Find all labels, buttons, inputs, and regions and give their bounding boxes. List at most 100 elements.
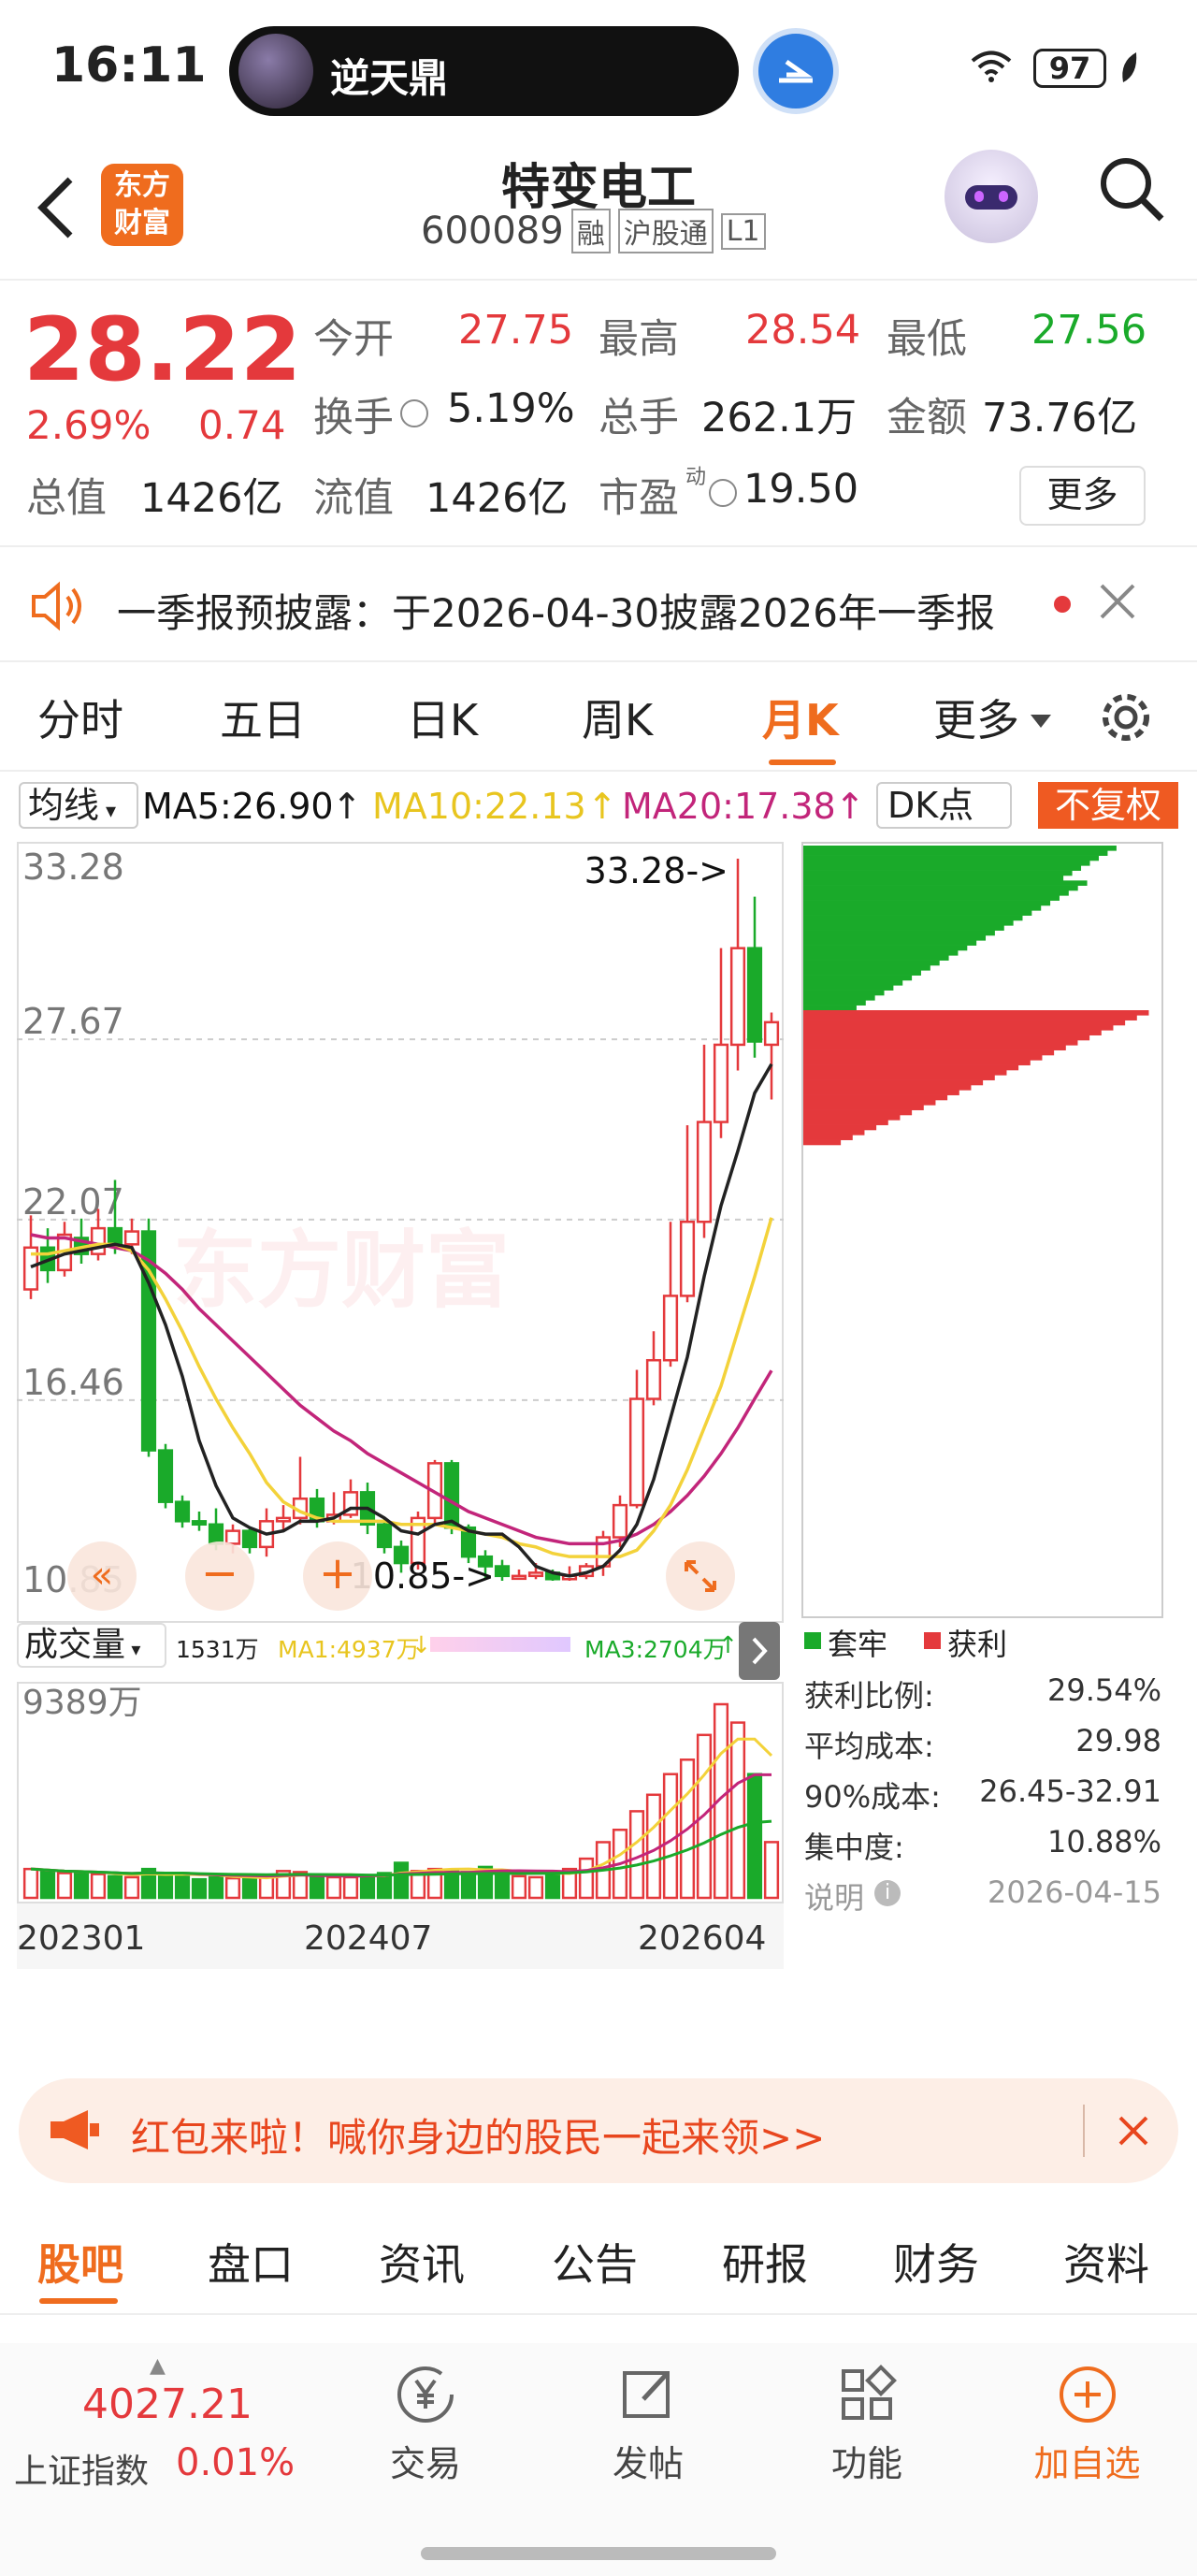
candle-body bbox=[275, 1516, 292, 1523]
tab-announcements[interactable]: 公告 bbox=[552, 2231, 638, 2293]
ma-selector[interactable]: 均线 ▾ bbox=[19, 782, 138, 829]
cost-bar-profit bbox=[803, 1090, 959, 1095]
volume-chart[interactable]: 9389万 bbox=[17, 1682, 784, 1903]
volume-bar bbox=[208, 1875, 224, 1900]
candle-body bbox=[157, 1449, 174, 1503]
y-tick-label: 16.46 bbox=[22, 1362, 124, 1403]
volume-bar bbox=[359, 1874, 376, 1900]
tab-intraday[interactable]: 分时 bbox=[37, 687, 123, 748]
vol-ma1-arrow-icon: ↓ bbox=[411, 1631, 431, 1658]
tab-news[interactable]: 资讯 bbox=[379, 2231, 465, 2293]
bottom-tab-indicator bbox=[39, 2298, 118, 2304]
change-amount: 0.74 bbox=[198, 402, 286, 448]
cost-bar-profit bbox=[803, 1040, 1078, 1046]
tag-connect: 沪股通 bbox=[617, 209, 714, 253]
more-button[interactable]: 更多 bbox=[1019, 466, 1146, 526]
cost-bar-trap bbox=[803, 955, 949, 961]
candle-body bbox=[443, 1462, 460, 1529]
candle-body bbox=[90, 1226, 107, 1255]
cost-bar-trap bbox=[803, 985, 894, 991]
airplane-icon[interactable] bbox=[753, 28, 839, 114]
info-dots-icon-2[interactable] bbox=[709, 479, 737, 507]
robot-assistant-icon[interactable] bbox=[945, 150, 1038, 243]
candle-body bbox=[696, 1121, 713, 1223]
cost-row-label-1: 平均成本: bbox=[804, 1729, 934, 1764]
note-label: 说明 bbox=[804, 1880, 865, 1916]
info-icon[interactable]: i bbox=[874, 1880, 901, 1906]
volume-indicator-selector[interactable]: 成交量 ▾ bbox=[17, 1623, 166, 1668]
volume-bar bbox=[174, 1872, 191, 1900]
y-tick-label: 27.67 bbox=[22, 1001, 124, 1042]
candle-body bbox=[241, 1529, 258, 1549]
vol-ma1: MA1:4937万 bbox=[278, 1636, 420, 1663]
tab-forum[interactable]: 股吧 bbox=[37, 2231, 123, 2293]
trade-label: 交易 bbox=[389, 2443, 461, 2484]
expand-panel-button[interactable] bbox=[739, 1622, 780, 1680]
cost-bar-trap bbox=[803, 890, 1069, 896]
cost-bar-trap bbox=[803, 905, 1042, 911]
cost-bar-profit bbox=[803, 1025, 1114, 1031]
cost-row-value-3: 10.88% bbox=[1046, 1824, 1161, 1860]
tab-orderbook[interactable]: 盘口 bbox=[208, 2231, 294, 2293]
volume-bar bbox=[746, 1773, 763, 1900]
zoom-in-button[interactable]: + bbox=[303, 1541, 372, 1611]
cost-bar-trap bbox=[803, 861, 1090, 866]
candle-body bbox=[376, 1523, 393, 1549]
note-date: 2026-04-15 bbox=[988, 1874, 1161, 1910]
volume-bar bbox=[342, 1875, 359, 1900]
promo-banner[interactable]: 红包来啦！喊你身边的股民一起来领>> bbox=[19, 2078, 1178, 2183]
y-tick-label: 22.07 bbox=[22, 1181, 124, 1223]
cost-bar-profit bbox=[803, 1130, 865, 1136]
tab-finance[interactable]: 财务 bbox=[893, 2231, 979, 2293]
fullscreen-button[interactable] bbox=[666, 1541, 735, 1611]
cost-bar-profit bbox=[803, 1020, 1126, 1026]
candle-body bbox=[746, 947, 763, 1043]
notice-bar[interactable]: 一季报预披露：于2026-04-30披露2026年一季报 bbox=[0, 550, 1197, 662]
tab-five-day[interactable]: 五日 bbox=[220, 687, 306, 748]
tab-profile[interactable]: 资料 bbox=[1063, 2231, 1149, 2293]
volume-bar bbox=[258, 1875, 275, 1900]
post-button[interactable]: 发帖 bbox=[606, 2362, 690, 2511]
cost-bar-profit bbox=[803, 1064, 1019, 1071]
volume-bar bbox=[39, 1870, 56, 1900]
tab-weekly[interactable]: 周K bbox=[582, 687, 653, 748]
double-chevron-left-icon: « bbox=[90, 1554, 114, 1597]
caret-up-icon: ▲ bbox=[150, 2354, 166, 2378]
cost-bar-trap bbox=[803, 870, 1073, 876]
info-dots-icon[interactable] bbox=[400, 399, 428, 427]
tab-more[interactable]: 更多 bbox=[933, 687, 1019, 748]
add-watchlist-button[interactable]: 加自选 bbox=[1024, 2362, 1150, 2511]
tab-research[interactable]: 研报 bbox=[722, 2231, 808, 2293]
index-value[interactable]: 4027.21 bbox=[82, 2381, 252, 2428]
functions-button[interactable]: 功能 bbox=[825, 2362, 909, 2511]
float-value: 1426亿 bbox=[425, 475, 569, 522]
status-bar: 16:11 逆天鼎 97 bbox=[0, 0, 1197, 140]
volume-bar bbox=[544, 1873, 561, 1900]
close-icon[interactable] bbox=[1094, 578, 1141, 625]
search-icon[interactable] bbox=[1094, 152, 1169, 226]
adjust-button[interactable]: 不复权 bbox=[1038, 782, 1178, 829]
volume-bar bbox=[241, 1875, 258, 1900]
pe-label: 市盈 bbox=[598, 475, 679, 522]
cost-bar-profit bbox=[803, 1030, 1102, 1035]
volume-current: 1531万 bbox=[176, 1636, 259, 1663]
dk-point-button[interactable]: DK点 bbox=[876, 782, 1012, 829]
live-pill[interactable]: 逆天鼎 bbox=[229, 26, 739, 116]
candle-body bbox=[662, 1295, 679, 1362]
pill-title: 逆天鼎 bbox=[330, 55, 449, 101]
zoom-out-button[interactable]: − bbox=[185, 1541, 254, 1611]
gear-icon[interactable] bbox=[1096, 687, 1156, 747]
tab-monthly[interactable]: 月K bbox=[762, 687, 839, 748]
cost-bar-trap bbox=[803, 980, 903, 986]
cost-bar-trap bbox=[803, 945, 968, 951]
ma10-arrow-icon: ↑ bbox=[587, 786, 617, 827]
scroll-left-button[interactable]: « bbox=[67, 1541, 137, 1611]
banner-close-icon[interactable] bbox=[1111, 2108, 1156, 2153]
trade-button[interactable]: 交易 bbox=[383, 2362, 468, 2511]
cost-bar-profit bbox=[803, 1079, 984, 1086]
candle-body bbox=[191, 1520, 208, 1527]
high-value: 28.54 bbox=[745, 307, 861, 354]
cost-row-label-3: 集中度: bbox=[804, 1830, 904, 1865]
tab-daily[interactable]: 日K bbox=[407, 687, 478, 748]
cost-bar-profit bbox=[803, 1055, 1043, 1061]
